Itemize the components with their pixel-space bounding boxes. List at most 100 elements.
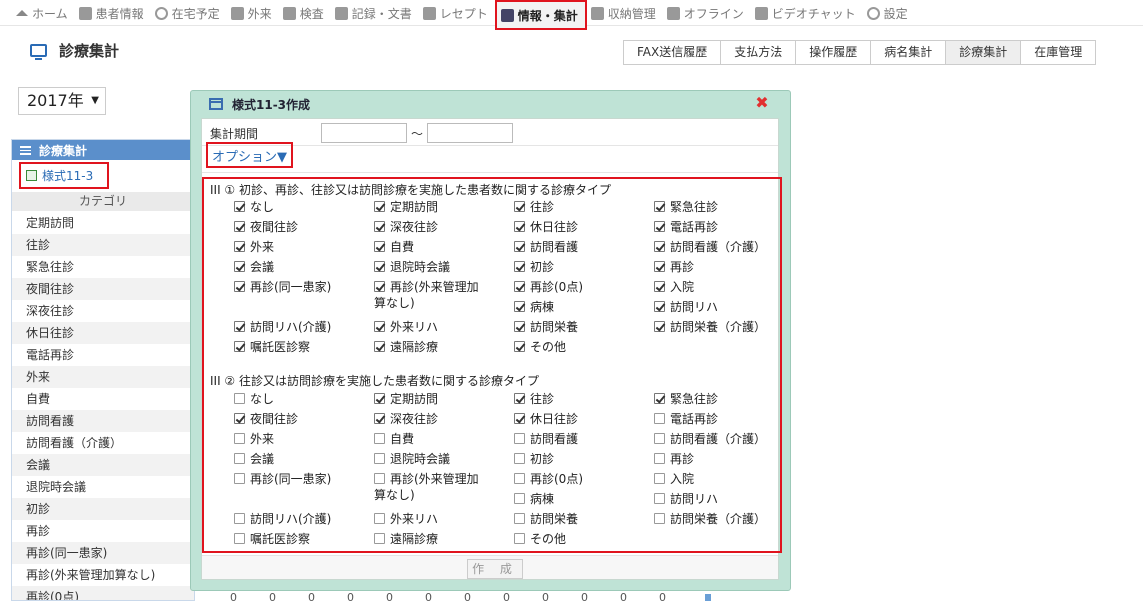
checkbox-checked[interactable]	[234, 281, 245, 292]
checkbox-unchecked[interactable]	[514, 453, 525, 464]
category-item[interactable]: 深夜往診	[12, 300, 194, 322]
section2-checkbox-item[interactable]: 訪問栄養	[514, 511, 578, 527]
checkbox-checked[interactable]	[654, 321, 665, 332]
checkbox-unchecked[interactable]	[654, 433, 665, 444]
section1-checkbox-item[interactable]: 緊急往診	[654, 199, 718, 215]
tab-payment-method[interactable]: 支払方法	[720, 40, 797, 65]
checkbox-checked[interactable]	[654, 393, 665, 404]
nav-item-11[interactable]: 設定	[863, 0, 915, 26]
section1-checkbox-item[interactable]: 自費	[374, 239, 414, 255]
checkbox-unchecked[interactable]	[654, 473, 665, 484]
tab-inventory[interactable]: 在庫管理	[1020, 40, 1097, 65]
checkbox-checked[interactable]	[234, 201, 245, 212]
category-item[interactable]: 休日往診	[12, 322, 194, 344]
section1-checkbox-item[interactable]: 病棟	[514, 299, 554, 315]
nav-item-10[interactable]: ビデオチャット	[751, 0, 863, 26]
checkbox-unchecked[interactable]	[234, 453, 245, 464]
section2-checkbox-item[interactable]: 訪問看護	[514, 431, 578, 447]
tab-treatment-stats[interactable]: 診療集計	[945, 40, 1022, 65]
checkbox-checked[interactable]	[374, 241, 385, 252]
form-11-3-link[interactable]: 様式11-3	[19, 162, 109, 189]
nav-item-2[interactable]: 在宅予定	[151, 0, 227, 26]
category-item[interactable]: 自費	[12, 388, 194, 410]
section2-checkbox-item[interactable]: その他	[514, 531, 566, 547]
checkbox-checked[interactable]	[374, 413, 385, 424]
section2-checkbox-item[interactable]: 訪問看護（介護）	[654, 431, 766, 447]
category-item[interactable]: 再診(同一患家)	[12, 542, 194, 564]
tab-disease-stats[interactable]: 病名集計	[870, 40, 947, 65]
checkbox-unchecked[interactable]	[654, 453, 665, 464]
category-item[interactable]: 訪問看護（介護）	[12, 432, 194, 454]
checkbox-checked[interactable]	[514, 261, 525, 272]
checkbox-checked[interactable]	[234, 241, 245, 252]
section2-checkbox-item[interactable]: 退院時会議	[374, 451, 450, 467]
section1-checkbox-item[interactable]: 休日往診	[514, 219, 578, 235]
checkbox-unchecked[interactable]	[374, 453, 385, 464]
section2-checkbox-item[interactable]: 再診	[654, 451, 694, 467]
section1-checkbox-item[interactable]: 訪問栄養（介護）	[654, 319, 766, 335]
category-item[interactable]: 再診	[12, 520, 194, 542]
checkbox-checked[interactable]	[374, 261, 385, 272]
checkbox-checked[interactable]	[234, 321, 245, 332]
section1-checkbox-item[interactable]: 往診	[514, 199, 554, 215]
checkbox-checked[interactable]	[654, 301, 665, 312]
checkbox-checked[interactable]	[514, 341, 525, 352]
checkbox-unchecked[interactable]	[654, 493, 665, 504]
close-icon[interactable]: ✖	[754, 94, 770, 112]
options-toggle[interactable]: オプション▼	[206, 142, 293, 168]
checkbox-unchecked[interactable]	[654, 513, 665, 524]
checkbox-checked[interactable]	[514, 393, 525, 404]
section1-checkbox-item[interactable]: 電話再診	[654, 219, 718, 235]
category-item[interactable]: 緊急往診	[12, 256, 194, 278]
section2-checkbox-item[interactable]: 定期訪問	[374, 391, 438, 407]
category-item[interactable]: 再診(0点)	[12, 586, 194, 600]
checkbox-unchecked[interactable]	[374, 433, 385, 444]
checkbox-unchecked[interactable]	[234, 473, 245, 484]
section1-checkbox-item[interactable]: 夜間往診	[234, 219, 298, 235]
checkbox-checked[interactable]	[514, 413, 525, 424]
nav-item-5[interactable]: 記録・文書	[331, 0, 419, 26]
nav-item-8[interactable]: 収納管理	[587, 0, 663, 26]
section2-checkbox-item[interactable]: 再診(0点)	[514, 471, 583, 487]
category-item[interactable]: 退院時会議	[12, 476, 194, 498]
section1-checkbox-item[interactable]: 訪問栄養	[514, 319, 578, 335]
section2-checkbox-item[interactable]: 深夜往診	[374, 411, 438, 427]
checkbox-checked[interactable]	[654, 201, 665, 212]
section1-checkbox-item[interactable]: 訪問リハ(介護)	[234, 319, 331, 335]
category-item[interactable]: 訪問看護	[12, 410, 194, 432]
checkbox-checked[interactable]	[374, 221, 385, 232]
section1-checkbox-item[interactable]: 定期訪問	[374, 199, 438, 215]
checkbox-unchecked[interactable]	[234, 533, 245, 544]
section1-checkbox-item[interactable]: なし	[234, 199, 274, 215]
checkbox-checked[interactable]	[514, 221, 525, 232]
nav-item-1[interactable]: 患者情報	[75, 0, 151, 26]
checkbox-unchecked[interactable]	[234, 513, 245, 524]
checkbox-checked[interactable]	[374, 201, 385, 212]
year-select[interactable]: 2017年 ▼	[18, 87, 106, 115]
checkbox-checked[interactable]	[234, 261, 245, 272]
section2-checkbox-item[interactable]: 再診(外来管理加 算なし)	[374, 471, 494, 503]
checkbox-checked[interactable]	[374, 321, 385, 332]
section2-checkbox-item[interactable]: 夜間往診	[234, 411, 298, 427]
checkbox-unchecked[interactable]	[234, 433, 245, 444]
section2-checkbox-item[interactable]: 再診(同一患家)	[234, 471, 331, 487]
section1-checkbox-item[interactable]: 深夜往診	[374, 219, 438, 235]
section1-checkbox-item[interactable]: 初診	[514, 259, 554, 275]
category-item[interactable]: 夜間往診	[12, 278, 194, 300]
category-item[interactable]: 電話再診	[12, 344, 194, 366]
section2-checkbox-item[interactable]: 会議	[234, 451, 274, 467]
checkbox-unchecked[interactable]	[234, 393, 245, 404]
category-item[interactable]: 再診(外来管理加算なし)	[12, 564, 194, 586]
section2-checkbox-item[interactable]: 休日往診	[514, 411, 578, 427]
section2-checkbox-item[interactable]: 嘱託医診察	[234, 531, 310, 547]
section2-checkbox-item[interactable]: 入院	[654, 471, 694, 487]
checkbox-unchecked[interactable]	[374, 513, 385, 524]
section1-checkbox-item[interactable]: 外来リハ	[374, 319, 438, 335]
checkbox-checked[interactable]	[374, 281, 385, 292]
checkbox-checked[interactable]	[514, 241, 525, 252]
tab-fax-history[interactable]: FAX送信履歴	[623, 40, 722, 65]
section2-checkbox-item[interactable]: 往診	[514, 391, 554, 407]
checkbox-unchecked[interactable]	[514, 473, 525, 484]
category-item[interactable]: 往診	[12, 234, 194, 256]
checkbox-checked[interactable]	[514, 281, 525, 292]
